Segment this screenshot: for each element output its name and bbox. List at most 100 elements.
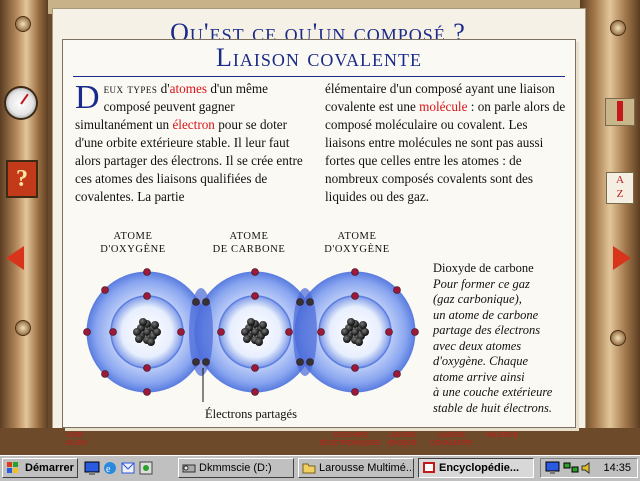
electron [83, 328, 91, 336]
electron [251, 268, 259, 276]
taskbar-clock: 14:35 [603, 462, 631, 474]
nucleon [355, 338, 363, 346]
electron [385, 328, 393, 336]
electron [143, 388, 151, 396]
left-frame-column [0, 0, 48, 455]
display-icon [545, 461, 560, 474]
nucleon [133, 328, 141, 336]
electron [143, 268, 151, 276]
nucleon [255, 338, 263, 346]
nucleon [347, 318, 355, 326]
next-page-arrow-icon[interactable] [613, 246, 631, 270]
caption-line: un atome de carbone [433, 307, 539, 322]
bolt-icon [610, 330, 626, 346]
electron [285, 328, 293, 336]
folder-icon [302, 463, 316, 474]
channels-icon[interactable] [138, 460, 154, 476]
encyclopedia-app-icon [423, 462, 435, 473]
electron [192, 298, 200, 306]
electron [109, 328, 117, 336]
electron [351, 292, 359, 300]
link-valence[interactable]: VALENCE [486, 432, 532, 440]
electron [177, 328, 185, 336]
electron [101, 370, 109, 378]
nucleon [151, 321, 159, 329]
bookmark-icon[interactable] [605, 98, 635, 126]
windows-logo-icon [7, 462, 18, 473]
right-frame-column [580, 0, 640, 455]
voir-aussi-label: VOIR AUSSI [66, 432, 88, 447]
outlook-icon[interactable] [120, 460, 136, 476]
caption-line: partage des électrons [433, 323, 541, 337]
electron [351, 388, 359, 396]
electron [411, 328, 419, 336]
system-tray: 14:35 [540, 458, 638, 478]
nucleon [243, 335, 251, 343]
nucleon [135, 335, 143, 343]
task-button-drive[interactable]: Dkmmscie (D:) [178, 458, 294, 478]
electron [393, 286, 401, 294]
nucleon [247, 318, 255, 326]
nucleon [139, 318, 147, 326]
task-button-encyclopedie[interactable]: Encyclopédie... [418, 458, 534, 478]
electron [192, 358, 200, 366]
link-liaison-covalente[interactable]: LIAISON COVALENTE [428, 432, 474, 448]
nucleon [361, 328, 369, 336]
index-az-icon[interactable]: AZ [606, 172, 634, 204]
nucleon [153, 328, 161, 336]
caption-line: (gaz carbonique), [433, 292, 522, 306]
electron [251, 364, 259, 372]
taskbar: Démarrer e Dkmmscie (D:) Larousse Multim… [0, 455, 640, 481]
shared-electrons-label: Électrons partagés [205, 407, 297, 421]
electron [202, 358, 210, 366]
nucleon [241, 328, 249, 336]
caption-line: Pour former ce gaz [433, 276, 530, 291]
electron [217, 328, 225, 336]
electron [317, 328, 325, 336]
electron [296, 358, 304, 366]
link-liaison-ionique[interactable]: LIAISON IONIQUE [382, 432, 422, 448]
electron [143, 364, 151, 372]
electron [296, 298, 304, 306]
nucleon [259, 321, 267, 329]
link-couches-electroniques[interactable]: COUCHES ÉLECTRONIQUES [320, 432, 380, 448]
electron [143, 292, 151, 300]
bolt-icon [15, 16, 31, 32]
cd-drive-icon [182, 464, 196, 473]
caption-line: stable de huit électrons. [433, 400, 552, 415]
start-button[interactable]: Démarrer [2, 458, 78, 478]
caption-line: atome arrive ainsi [433, 369, 525, 384]
nucleon [147, 338, 155, 346]
electron [306, 298, 314, 306]
electron [101, 286, 109, 294]
caption-block: Dioxyde de carbone Pour former ce gaz (ga… [433, 261, 573, 416]
electron [202, 298, 210, 306]
svg-text:e: e [106, 464, 111, 475]
bolt-icon [15, 320, 31, 336]
task-button-larousse[interactable]: Larousse Multimé... [298, 458, 414, 478]
caption-body: Pour former ce gaz (gaz carbonique), un at… [433, 277, 573, 417]
browser-icon[interactable]: e [102, 460, 118, 476]
caption-title: Dioxyde de carbone [433, 261, 534, 275]
bolt-icon [610, 20, 626, 36]
nucleon [261, 328, 269, 336]
gauge-icon[interactable] [4, 86, 38, 120]
caption-line: à une couche extérieure [433, 385, 553, 399]
nucleon [343, 335, 351, 343]
electron [393, 370, 401, 378]
caption-line: avec deux atomes [433, 338, 522, 353]
electron [251, 292, 259, 300]
previous-page-arrow-icon[interactable] [6, 246, 24, 270]
electron [251, 388, 259, 396]
electron [351, 268, 359, 276]
caption-line: d'oxygène. Chaque [433, 354, 529, 368]
electron [306, 358, 314, 366]
electron [351, 364, 359, 372]
nucleon [359, 321, 367, 329]
network-icon [563, 462, 579, 473]
volume-icon [581, 462, 590, 474]
article-card: Liaison covalente Deux types d'atomes d'… [62, 39, 576, 428]
desktop-icon[interactable] [84, 460, 100, 476]
nucleon [341, 328, 349, 336]
question-icon[interactable]: ? [6, 160, 38, 198]
